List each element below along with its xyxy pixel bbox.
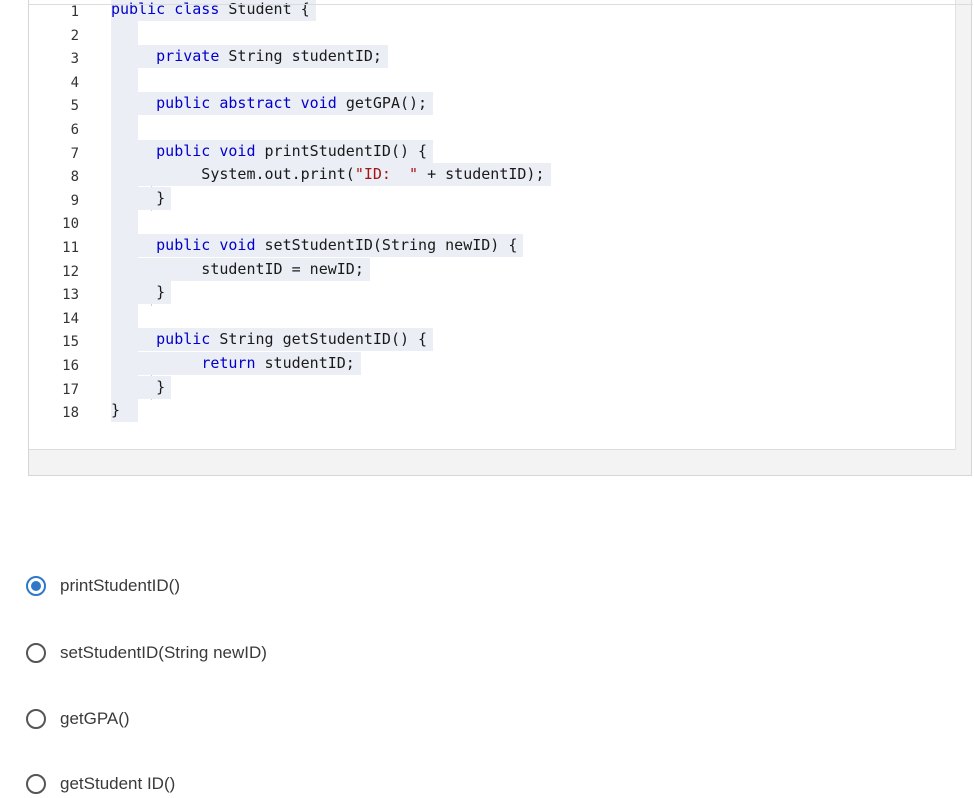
line-number: 10	[62, 216, 79, 233]
code-line-highlight: public String getStudentID() {	[111, 328, 434, 352]
line-number: 14	[62, 310, 79, 327]
code-line: public abstract void getGPA();	[111, 92, 434, 116]
code-text: studentID;	[264, 354, 355, 372]
line-number: 18	[62, 405, 79, 422]
code-line-highlight: public void setStudentID(String newID) {	[111, 234, 524, 257]
code-line: public void setStudentID(String newID) {	[111, 234, 524, 257]
code-line-highlight: }	[111, 186, 172, 210]
code-text: getGPA();	[345, 94, 428, 113]
code-line: }	[111, 186, 172, 210]
line-number: 11	[62, 240, 79, 256]
code-line: }	[111, 281, 172, 305]
code-text: Student {	[228, 0, 310, 18]
line-number: 9	[70, 192, 79, 209]
code-text: setStudentID(String newID) {	[264, 236, 518, 254]
code-line: public String getStudentID() {	[111, 328, 434, 352]
answer-option[interactable]: setStudentID(String newID)	[26, 639, 267, 667]
code-text: }	[111, 283, 166, 302]
code-line: }	[111, 375, 172, 399]
code-keyword: public	[111, 330, 220, 349]
radio-unselected[interactable]	[26, 643, 46, 663]
code-text: }	[111, 377, 166, 396]
line-number: 6	[70, 122, 79, 138]
code-keyword: public void	[111, 236, 265, 254]
line-number: 2	[70, 27, 79, 44]
code-line-highlight: }	[111, 375, 172, 399]
line-number: 4	[70, 74, 79, 91]
line-number: 5	[70, 98, 79, 115]
line-number: 17	[62, 381, 79, 398]
code-text: System.out.print(	[111, 165, 355, 184]
code-text: printStudentID() {	[264, 141, 428, 160]
line-number: 3	[70, 51, 79, 68]
radio-selected[interactable]	[26, 576, 46, 596]
code-line: return studentID;	[111, 352, 361, 375]
line-number: 12	[62, 263, 79, 280]
code-line-highlight: }	[111, 281, 172, 305]
option-label: getGPA()	[60, 709, 130, 728]
code-string: "ID: "	[354, 165, 419, 184]
option-label: getStudent ID()	[60, 774, 176, 793]
code-text: studentID = newID;	[111, 259, 364, 278]
code-line-highlight: studentID = newID;	[111, 257, 370, 281]
code-line-highlight: private String studentID;	[111, 45, 388, 69]
divider	[29, 4, 973, 5]
line-number: 13	[62, 287, 79, 304]
code-keyword: private	[111, 47, 229, 66]
code-keyword: public abstract void	[111, 94, 346, 113]
code-keyword: return	[201, 354, 265, 372]
code-line: System.out.print("ID: " + studentID);	[111, 163, 551, 187]
code-line: private String studentID;	[111, 45, 388, 69]
code-text: }	[111, 188, 166, 207]
code-line-highlight: public void printStudentID() {	[111, 139, 434, 163]
answer-option[interactable]: printStudentID()	[26, 572, 180, 600]
line-number: 15	[62, 334, 79, 351]
code-line-highlight: }	[111, 399, 127, 423]
code-editor: 1 2 3 4 5 6 7 8 9 10 11 12 13 14 15 16 17 18 public class…	[29, 0, 956, 450]
code-keyword: public void	[111, 141, 265, 160]
code-line-highlight: System.out.print("ID: " + studentID);	[111, 163, 551, 187]
line-number: 1	[70, 4, 79, 20]
option-label: printStudentID()	[60, 576, 180, 595]
line-number-gutter: 1 2 3 4 5 6 7 8 9 10 11 12 13 14 15 16 17 18	[29, 0, 85, 449]
radio-unselected[interactable]	[26, 709, 46, 729]
code-panel: 1 2 3 4 5 6 7 8 9 10 11 12 13 14 15 16 17 18 public class…	[28, 0, 973, 476]
code-line-highlight: return studentID;	[111, 352, 361, 375]
option-label: setStudentID(String newID)	[60, 643, 267, 662]
code-text: String getStudentID() {	[219, 330, 428, 349]
line-number: 7	[70, 145, 79, 162]
code-line-highlight: public abstract void getGPA();	[111, 92, 434, 116]
code-text: + studentID);	[418, 165, 545, 184]
answer-option[interactable]: getGPA()	[26, 705, 130, 733]
code-keyword: public class	[111, 0, 229, 18]
code-line: public void printStudentID() {	[111, 139, 434, 163]
line-number: 16	[62, 358, 79, 374]
radio-unselected[interactable]	[26, 774, 46, 794]
line-number: 8	[70, 169, 79, 186]
code-line: }	[111, 399, 127, 423]
code-line: studentID = newID;	[111, 257, 370, 281]
code-text: }	[111, 401, 121, 420]
code-text: String studentID;	[228, 47, 382, 66]
